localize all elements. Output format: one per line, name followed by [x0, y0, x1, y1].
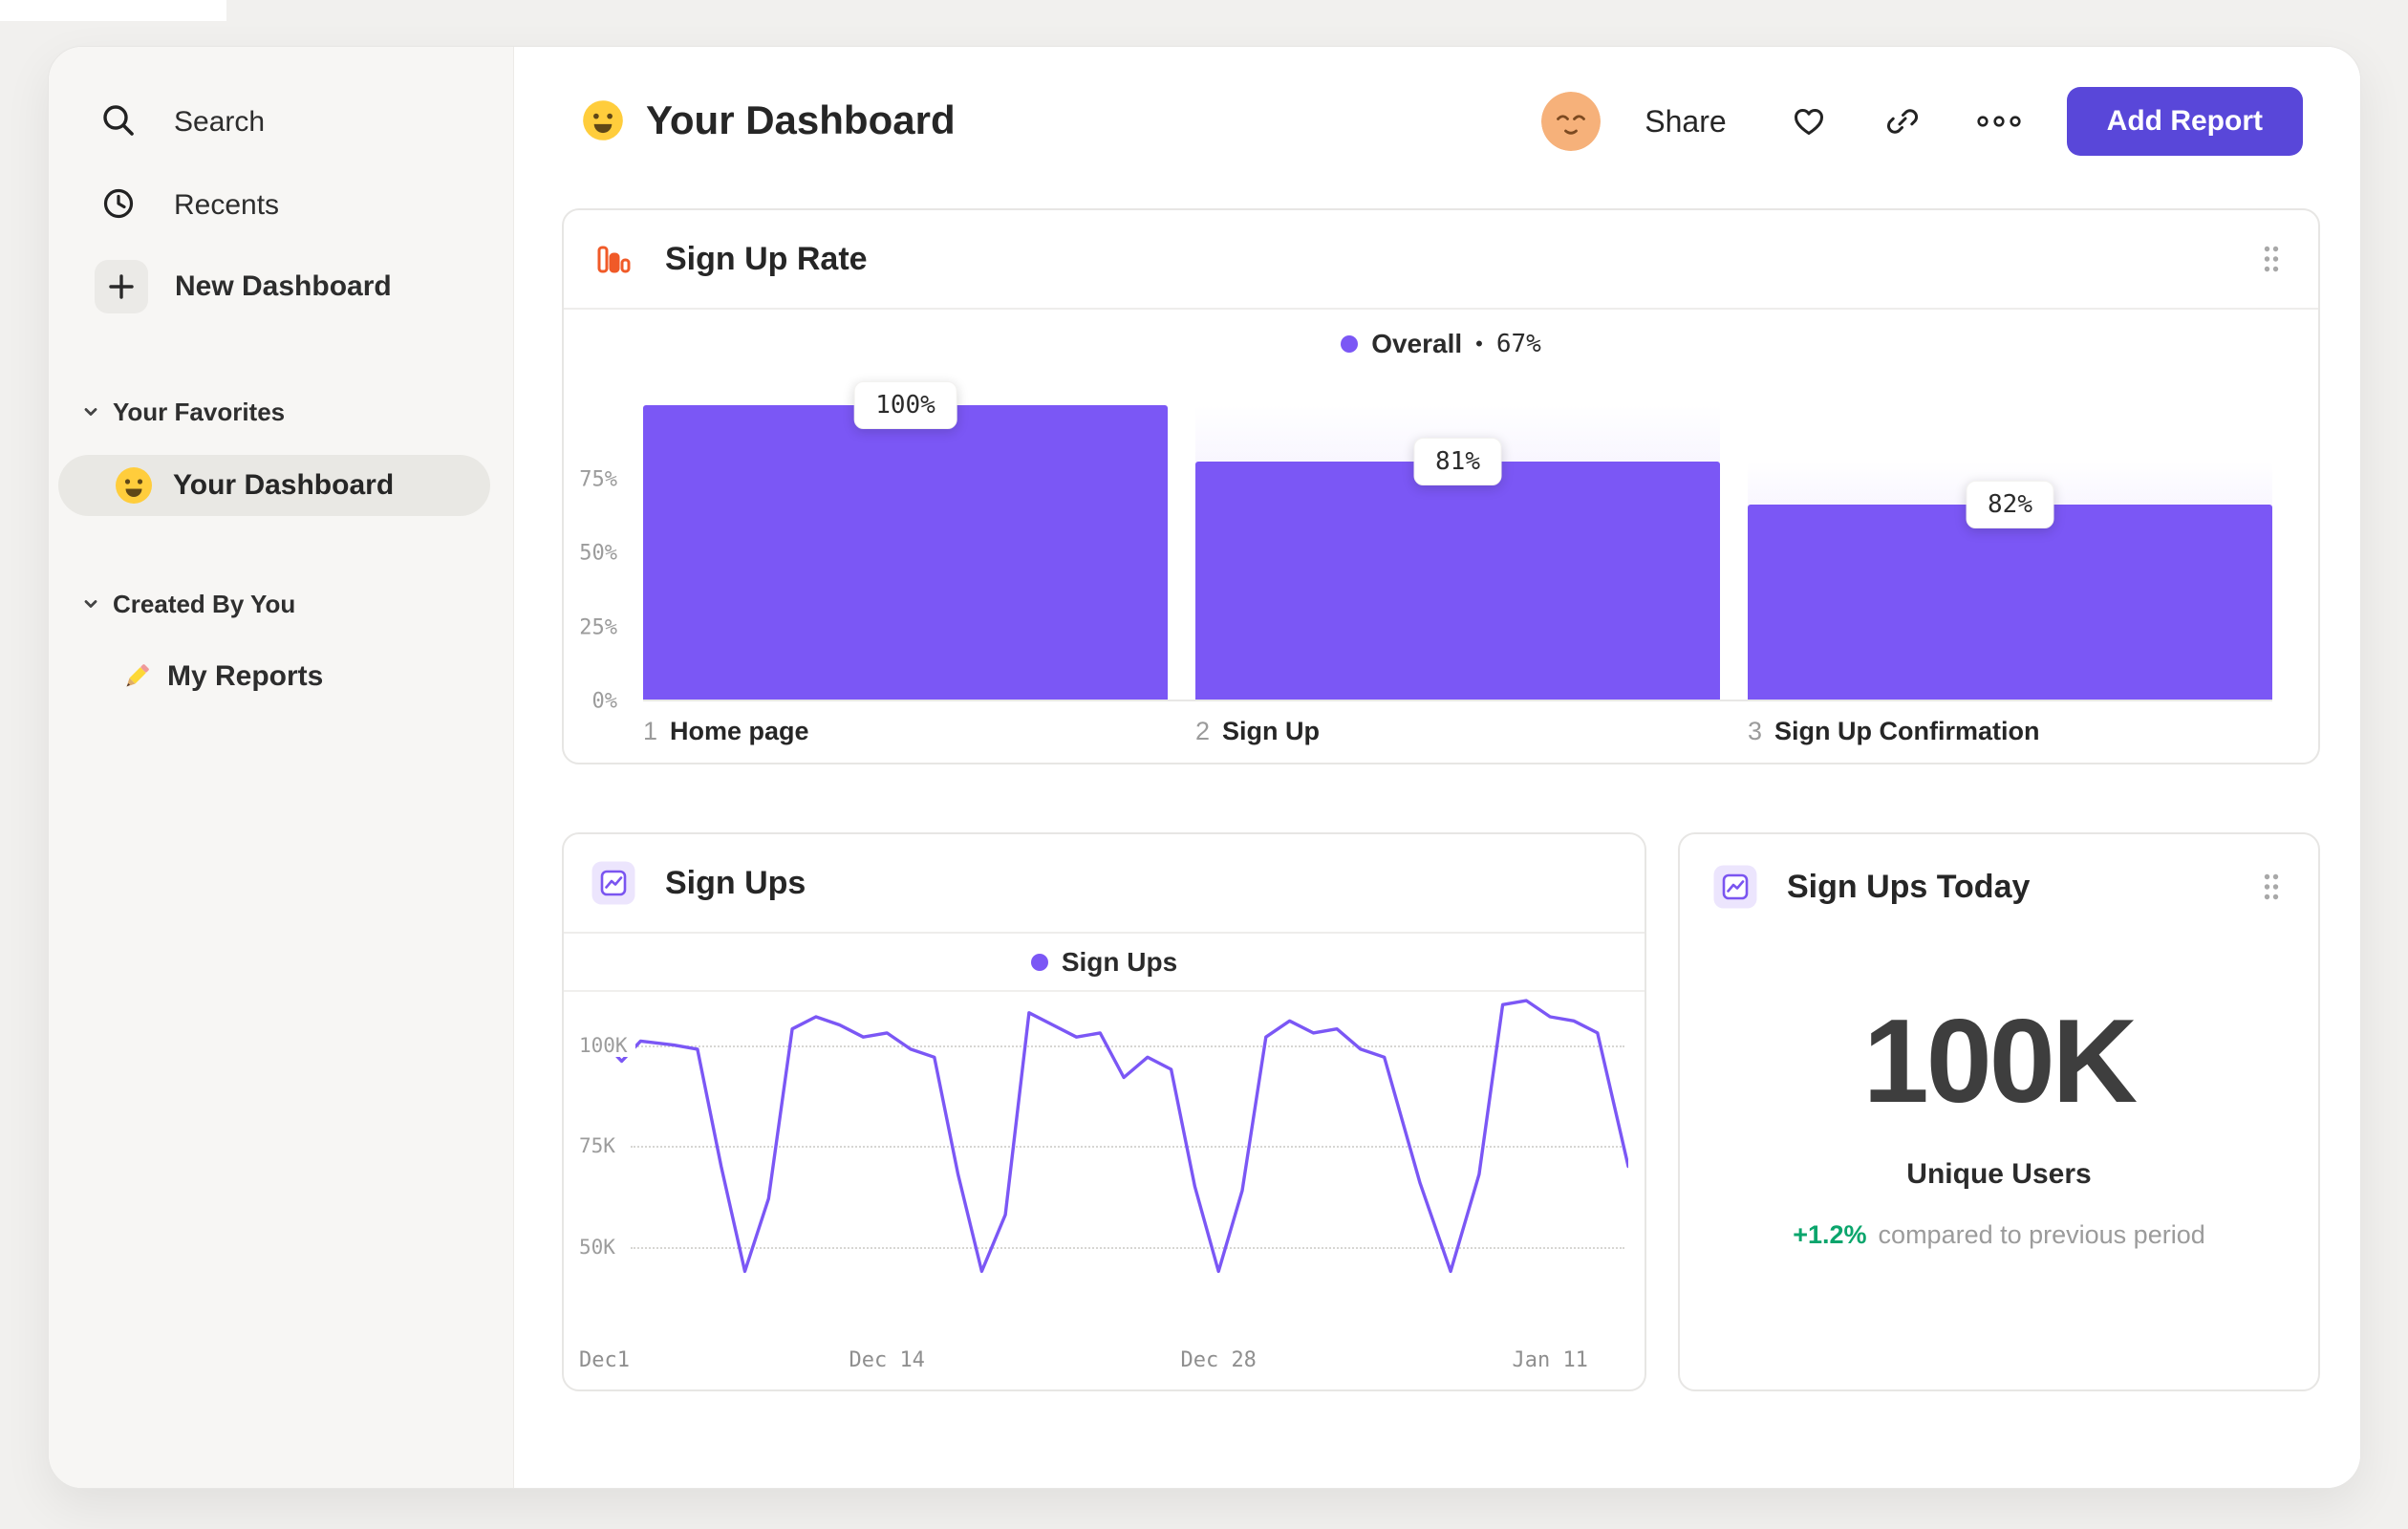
funnel-bar-value-label: 100%	[853, 381, 957, 429]
funnel-bar-fill	[1195, 461, 1720, 700]
stat-card: Sign Ups Today 100K Unique Users +1.2% c…	[1678, 832, 2320, 1391]
y-tick-label: 25%	[579, 615, 617, 639]
sidebar-item-label: My Reports	[167, 660, 324, 692]
sidebar-item-label: Recents	[174, 189, 280, 221]
section-title: Created By You	[113, 589, 296, 618]
more-icon[interactable]	[1977, 114, 2021, 129]
legend-label: Overall	[1371, 329, 1463, 358]
y-tick-label: 75%	[579, 467, 617, 491]
y-tick-label: 100K	[579, 1033, 635, 1057]
app-window: Search Recents New Dashboard Your Favori…	[48, 46, 2361, 1489]
sidebar-item-new-dashboard[interactable]: New Dashboard	[49, 260, 513, 313]
y-tick-label: 0%	[591, 689, 618, 714]
sidebar-item-recents[interactable]: Recents	[49, 177, 513, 234]
step-index: 2	[1195, 717, 1211, 745]
clock-icon	[99, 184, 138, 227]
legend-overall[interactable]: Overall • 67%	[564, 310, 2318, 378]
y-tick-label: 50%	[579, 541, 617, 566]
heart-icon[interactable]	[1790, 102, 1828, 140]
share-button[interactable]: Share	[1645, 104, 1726, 140]
funnel-step-label: 1 Home page	[643, 717, 1168, 746]
funnel-bar-value-label: 81%	[1413, 437, 1502, 485]
legend-dot	[1030, 953, 1048, 971]
plus-icon	[95, 260, 148, 313]
search-icon	[99, 101, 138, 144]
header-actions: Share Add Report	[1541, 87, 2303, 156]
link-icon[interactable]	[1883, 102, 1922, 140]
sidebar-item-search[interactable]: Search	[49, 94, 513, 151]
funnel-x-axis: 1 Home page 2 Sign Up 3 Sign Up Confirma…	[643, 717, 2272, 746]
y-tick-label: 75K	[579, 1134, 623, 1158]
funnel-chart: 100% 81% 82%	[643, 381, 2272, 701]
funnel-step-label: 3 Sign Up Confirmation	[1748, 717, 2272, 746]
sidebar: Search Recents New Dashboard Your Favori…	[49, 47, 514, 1488]
drag-handle-icon[interactable]	[2263, 872, 2280, 901]
window-edge-artifact	[0, 0, 226, 21]
y-tick-label: 50K	[579, 1236, 623, 1260]
legend-value: 67%	[1495, 330, 1541, 358]
sidebar-item-label: Your Dashboard	[173, 469, 395, 501]
funnel-bar-sign-up[interactable]: 81%	[1195, 405, 1720, 700]
step-name: Sign Up Confirmation	[1774, 717, 2040, 745]
funnel-bar-fill	[643, 405, 1168, 700]
sidebar-item-my-reports[interactable]: My Reports	[49, 648, 513, 705]
card-title: Sign Ups	[665, 864, 806, 901]
funnel-y-axis: 75% 50% 25% 0%	[564, 405, 625, 714]
funnel-chart-icon	[591, 237, 635, 281]
stat-delta: +1.2% compared to previous period	[1680, 1220, 2318, 1250]
funnel-bar-value-label: 82%	[1966, 480, 2054, 528]
sidebar-item-your-dashboard[interactable]: Your Dashboard	[58, 455, 490, 516]
card-header: Sign Ups	[564, 834, 1645, 934]
smiley-icon	[581, 98, 625, 142]
card-header: Sign Ups Today	[1680, 834, 2318, 939]
section-created-by-you[interactable]: Created By You	[49, 578, 513, 630]
funnel-bar-fill	[1748, 504, 2272, 700]
funnel-card: Sign Up Rate Overall • 67% 75% 50% 25% 0%	[562, 208, 2320, 764]
legend-dot	[1341, 335, 1359, 353]
smiley-icon	[114, 465, 154, 506]
page-title-text: Your Dashboard	[646, 97, 956, 142]
step-index: 1	[643, 717, 658, 745]
line-chart-icon	[591, 861, 635, 905]
card-header: Sign Up Rate	[564, 210, 2318, 310]
step-name: Home page	[670, 717, 809, 745]
legend-label: Sign Ups	[1061, 946, 1178, 977]
delta-note: compared to previous period	[1878, 1220, 2205, 1249]
add-report-button[interactable]: Add Report	[2066, 87, 2303, 156]
line-chart[interactable]: 100K 75K 50K	[579, 999, 1628, 1352]
line-chart-icon	[1713, 865, 1757, 909]
card-title: Sign Ups Today	[1787, 868, 2031, 905]
avatar[interactable]	[1541, 92, 1602, 151]
stat-label: Unique Users	[1906, 1158, 2092, 1190]
page-title: Your Dashboard	[581, 89, 956, 152]
delta-percent: +1.2%	[1793, 1220, 1867, 1249]
pencil-icon	[119, 659, 154, 694]
section-title: Your Favorites	[113, 397, 286, 426]
card-title: Sign Up Rate	[665, 240, 868, 277]
legend-sign-ups[interactable]: Sign Ups	[564, 934, 1645, 992]
funnel-bar-home-page[interactable]: 100%	[643, 381, 1168, 700]
step-name: Sign Up	[1222, 717, 1321, 745]
legend-separator: •	[1475, 332, 1483, 355]
sidebar-item-label: New Dashboard	[175, 270, 392, 302]
funnel-bar-sign-up-confirmation[interactable]: 82%	[1748, 405, 2272, 700]
drag-handle-icon[interactable]	[2263, 245, 2280, 273]
chevron-down-icon	[81, 402, 100, 421]
sidebar-item-label: Search	[174, 106, 266, 138]
section-your-favorites[interactable]: Your Favorites	[49, 386, 513, 438]
line-series	[579, 999, 1628, 1274]
funnel-step-label: 2 Sign Up	[1195, 717, 1720, 746]
main-content: Your Dashboard Share Add Report Sign Up …	[514, 47, 2360, 1488]
line-x-axis: Dec1 Dec 14 Dec 28 Jan 11	[579, 1348, 1628, 1381]
step-index: 3	[1748, 717, 1763, 745]
stat-value: 100K	[1862, 996, 2138, 1128]
chevron-down-icon	[81, 594, 100, 614]
line-chart-card: Sign Ups Sign Ups 100K 75K 50K Dec1 Dec 14 D…	[562, 832, 1646, 1391]
